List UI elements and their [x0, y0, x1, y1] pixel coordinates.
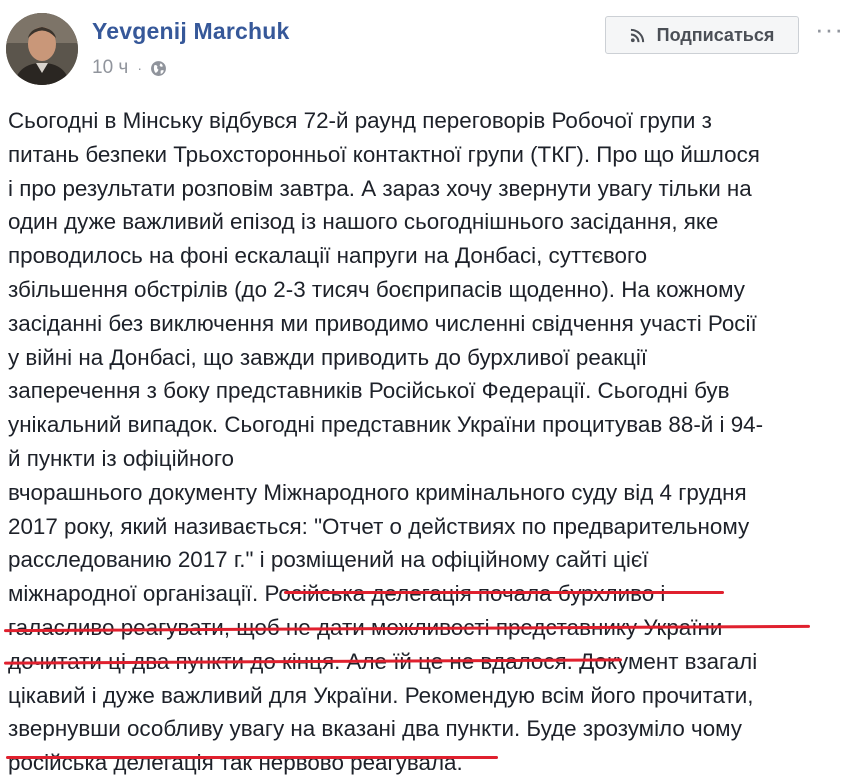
post-text-line: заперечення з боку представників Російсь… — [8, 378, 730, 404]
highlight-underline — [284, 591, 724, 594]
post-text-line: расследованию 2017 г." і розміщений на о… — [8, 547, 649, 573]
more-options-icon[interactable]: ··· — [815, 16, 844, 42]
meta-separator: · — [137, 60, 142, 76]
post-text-line: й пункти із офіційного — [8, 445, 235, 471]
post-text-line: вчорашнього документу Міжнародного кримі… — [8, 479, 747, 505]
post-text-line: і про результати розповім завтра. А зара… — [8, 175, 752, 201]
facebook-post: Yevgenij Marchuk 10 ч · Подписаться ··· … — [0, 0, 851, 775]
post-text-line: звернувши особливу увагу на вказані два … — [8, 716, 743, 742]
post-text-line: питань безпеки Трьохсторонньої контактно… — [8, 141, 760, 167]
post-time[interactable]: 10 ч — [92, 57, 128, 79]
rss-icon — [630, 28, 644, 42]
post-meta: 10 ч · — [92, 57, 167, 79]
post-text-line: Сьогодні в Мінську відбувся 72-й раунд п… — [8, 108, 712, 133]
author-name[interactable]: Yevgenij Marchuk — [92, 18, 290, 45]
highlight-underline — [6, 756, 498, 759]
post-text-line: 2017 року, який називається: "Отчет о де… — [8, 513, 750, 539]
author-avatar[interactable] — [6, 13, 78, 85]
profile-photo — [6, 13, 78, 85]
subscribe-label: Подписаться — [656, 24, 775, 45]
globe-icon[interactable] — [150, 60, 167, 77]
post-text-line: збільшення обстрілів (до 2-3 тисяч боєпр… — [8, 276, 745, 302]
post-text-line: унікальний випадок. Сьогодні представник… — [8, 412, 764, 438]
post-text-line: цікавий і дуже важливий для України. Рек… — [8, 682, 754, 708]
post-text-line: міжнародної організації. Російська делег… — [8, 581, 665, 607]
post-text-line: один дуже важливий епізод із нашого сьог… — [8, 209, 719, 235]
post-text-line: проводилось на фоні ескалації напруги на… — [8, 243, 648, 269]
post-text-line: засіданні без виключення ми приводимо чи… — [8, 310, 757, 336]
post-text-line: у війні на Донбасі, що завжди приводить … — [8, 344, 648, 370]
post-text: Сьогодні в Мінську відбувся 72-й раунд п… — [8, 104, 846, 780]
subscribe-button[interactable]: Подписаться — [605, 16, 799, 54]
